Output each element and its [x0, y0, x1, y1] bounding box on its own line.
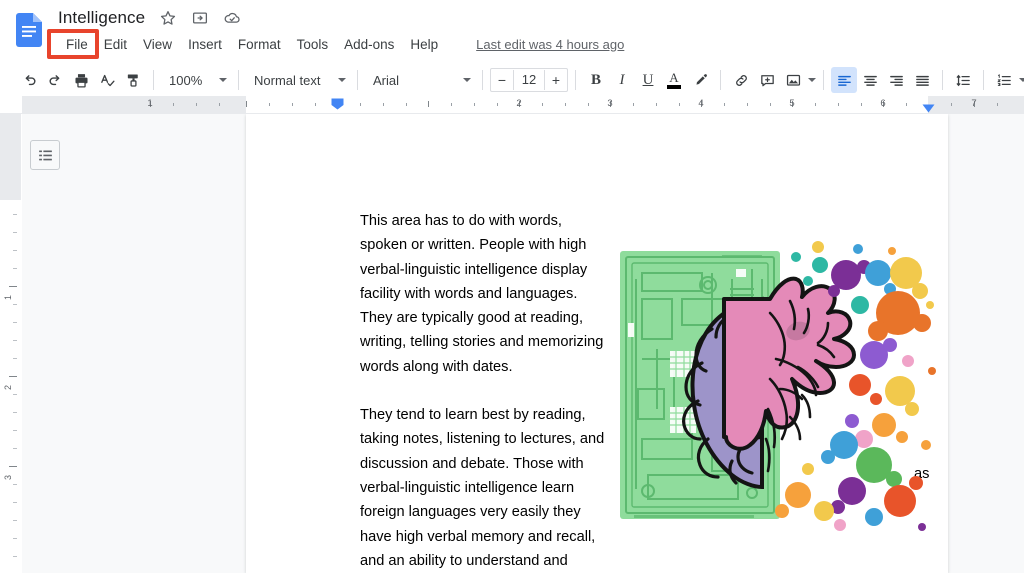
left-indent-marker[interactable]: [331, 97, 344, 109]
ruler-number: 7: [971, 98, 976, 109]
last-edit-link[interactable]: Last edit was 4 hours ago: [476, 37, 624, 52]
italic-button[interactable]: I: [609, 67, 635, 93]
ruler-left-margin-area: [22, 96, 246, 113]
chevron-down-icon: [463, 78, 471, 82]
numbered-list-icon[interactable]: [991, 67, 1017, 93]
ruler-number: 5: [789, 98, 794, 109]
vruler-number: 1: [3, 295, 13, 300]
page-title[interactable]: Intelligence: [58, 8, 145, 28]
ruler-content-area: [246, 96, 928, 113]
menu-tools[interactable]: Tools: [289, 35, 337, 54]
print-icon[interactable]: [68, 67, 94, 93]
redo-icon[interactable]: [42, 67, 68, 93]
document-text-body[interactable]: This area has to do with words, spoken o…: [360, 209, 608, 573]
font-size-value[interactable]: 12: [513, 70, 545, 90]
ruler-number: 6: [880, 98, 885, 109]
font-size-stepper[interactable]: − 12 +: [490, 68, 568, 92]
menu-edit[interactable]: Edit: [96, 35, 135, 54]
app-header: Intelligence: [0, 0, 1024, 64]
menu-insert[interactable]: Insert: [180, 35, 230, 54]
ruler-number: 1: [147, 98, 152, 109]
page-body[interactable]: This area has to do with words, spoken o…: [246, 114, 948, 573]
google-docs-window: Intelligence: [0, 0, 1024, 573]
document-page[interactable]: This area has to do with words, spoken o…: [246, 114, 948, 573]
toolbar-divider: [823, 70, 824, 90]
insert-image-chevron-down-icon[interactable]: [808, 78, 816, 82]
text-color-swatch: [667, 85, 681, 89]
vruler-number: 3: [3, 475, 13, 480]
underline-button[interactable]: U: [635, 67, 661, 93]
chevron-down-icon: [219, 78, 227, 82]
paragraph-style-value: Normal text: [254, 73, 320, 88]
numbered-list-chevron-down-icon[interactable]: [1019, 78, 1024, 82]
font-size-increase-button[interactable]: +: [545, 70, 567, 90]
toolbar-divider: [720, 70, 721, 90]
vruler-number: 2: [3, 385, 13, 390]
ruler-number: 2: [516, 98, 521, 109]
ruler-number: 3: [607, 98, 612, 109]
toolbar-divider: [482, 70, 483, 90]
line-spacing-icon[interactable]: [950, 67, 976, 93]
star-icon[interactable]: [159, 9, 177, 27]
paragraph-style-select[interactable]: Normal text: [246, 67, 350, 93]
menu-file[interactable]: File: [58, 35, 96, 54]
font-size-decrease-button[interactable]: −: [491, 70, 513, 90]
title-row: Intelligence: [58, 5, 241, 31]
align-justify-icon[interactable]: [909, 67, 935, 93]
right-indent-marker[interactable]: [922, 100, 935, 109]
menu-format[interactable]: Format: [230, 35, 289, 54]
toolbar-divider: [357, 70, 358, 90]
toolbar-divider: [238, 70, 239, 90]
spellcheck-icon[interactable]: [94, 67, 120, 93]
menu-view[interactable]: View: [135, 35, 180, 54]
cloud-saved-icon[interactable]: [223, 9, 241, 27]
paint-format-icon[interactable]: [120, 67, 146, 93]
toolbar-divider: [575, 70, 576, 90]
align-left-icon[interactable]: [831, 67, 857, 93]
align-center-icon[interactable]: [857, 67, 883, 93]
document-outline-icon[interactable]: [30, 140, 60, 170]
title-actions: [159, 9, 241, 27]
font-family-select[interactable]: Arial: [365, 67, 475, 93]
document-workspace: This area has to do with words, spoken o…: [22, 114, 1024, 573]
menu-bar: File Edit View Insert Format Tools Add-o…: [58, 33, 624, 55]
toolbar-divider: [942, 70, 943, 90]
vruler-top-margin-area: [0, 114, 21, 200]
horizontal-ruler[interactable]: 1 1 2 3 4 5 6 7: [0, 96, 1024, 114]
paragraph: They tend to learn best by reading, taki…: [360, 403, 608, 573]
font-family-value: Arial: [373, 73, 399, 88]
bold-button[interactable]: B: [583, 67, 609, 93]
undo-icon[interactable]: [16, 67, 42, 93]
chevron-down-icon: [338, 78, 346, 82]
ruler-number: 4: [698, 98, 703, 109]
docs-logo-icon[interactable]: [16, 13, 42, 47]
formatting-toolbar: 100% Normal text Arial − 12 + B I U A: [0, 64, 1024, 96]
paragraph: This area has to do with words, spoken o…: [360, 209, 608, 379]
vertical-ruler[interactable]: 1 2 3: [0, 114, 22, 573]
menu-help[interactable]: Help: [402, 35, 446, 54]
insert-image-icon[interactable]: [780, 67, 806, 93]
add-comment-icon[interactable]: [754, 67, 780, 93]
menu-add-ons[interactable]: Add-ons: [336, 35, 402, 54]
toolbar-divider: [983, 70, 984, 90]
toolbar-divider: [153, 70, 154, 90]
text-color-letter: A: [669, 72, 678, 84]
link-icon[interactable]: [728, 67, 754, 93]
brain-heart-illustration[interactable]: [612, 239, 940, 531]
highlight-pen-icon[interactable]: [687, 67, 713, 93]
align-right-icon[interactable]: [883, 67, 909, 93]
zoom-select[interactable]: 100%: [161, 67, 231, 93]
move-to-folder-icon[interactable]: [191, 9, 209, 27]
text-color-button[interactable]: A: [661, 67, 687, 93]
zoom-value: 100%: [169, 73, 202, 88]
